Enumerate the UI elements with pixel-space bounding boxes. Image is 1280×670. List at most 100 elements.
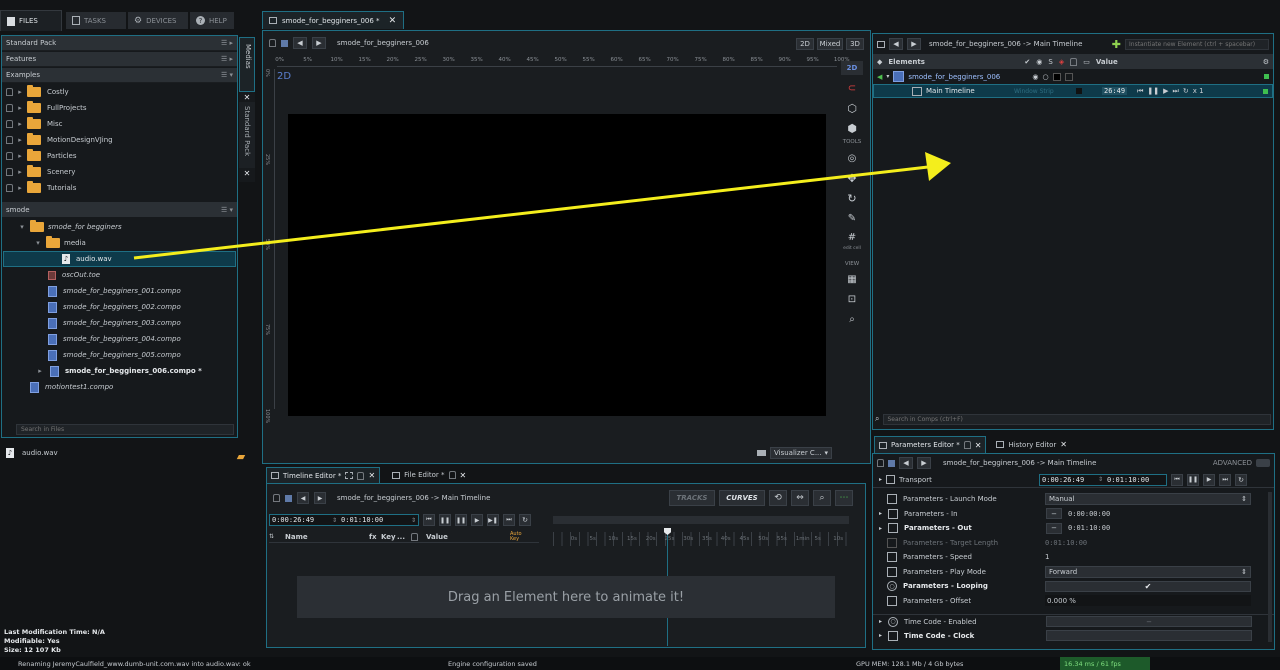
visualizer-dropdown[interactable]: Visualizer C... ▾ xyxy=(770,447,832,459)
tab-file-editor[interactable]: File Editor * ✕ xyxy=(388,467,470,483)
edit-icon[interactable]: ✎ xyxy=(841,211,863,225)
toggle-switch[interactable] xyxy=(1256,459,1270,467)
col-auto-key[interactable]: Auto Key xyxy=(510,531,528,542)
list-item[interactable]: smode_for_begginers_001.compo xyxy=(2,283,237,299)
forward-arrow-icon[interactable]: ▶ xyxy=(907,38,921,50)
view-2d-button[interactable]: 2D xyxy=(796,38,814,50)
target-icon[interactable]: ◎ xyxy=(841,151,863,165)
restart-icon[interactable]: ↻ xyxy=(1235,473,1248,486)
chevron-right-icon[interactable]: ▸ xyxy=(16,88,24,96)
skip-end-icon[interactable]: ⏭ xyxy=(1219,473,1232,486)
restart-icon[interactable]: ↻ xyxy=(519,514,531,526)
minus-button[interactable]: − xyxy=(1046,522,1063,534)
timecode-checkbox[interactable]: − xyxy=(1046,616,1253,628)
settings-icon[interactable]: ⚙ xyxy=(1263,58,1269,66)
move-icon[interactable]: ✥ xyxy=(841,171,863,185)
chevron-down-icon[interactable]: ▾ xyxy=(886,73,889,80)
save-icon[interactable] xyxy=(281,39,288,47)
list-item[interactable]: ▸ Scenery xyxy=(2,164,237,180)
list-item[interactable]: ▸ FullProjects xyxy=(2,100,237,116)
param-row[interactable]: Parameters - Offset 0.000 % xyxy=(873,594,1274,609)
skip-end-icon[interactable]: ⏭ xyxy=(503,514,515,526)
tab-history-editor[interactable]: History Editor ✕ xyxy=(992,436,1071,453)
list-menu-icon[interactable]: ☰ ▸ xyxy=(221,55,233,63)
comps-search-input[interactable] xyxy=(883,413,1271,425)
pause-icon[interactable]: ❚❚ xyxy=(455,514,467,526)
param-row[interactable]: Parameters - Play Mode Forward ⇕ xyxy=(873,565,1274,580)
element-row-root[interactable]: ◀ ▾ smode_for_begginers_006 ◉ ○ xyxy=(873,69,1273,84)
skip-start-icon[interactable]: ⏮ xyxy=(1137,87,1143,96)
viewport-tab[interactable]: smode_for_begginers_006 * ✕ xyxy=(262,11,404,29)
list-item[interactable]: ▸ MotionDesignVJing xyxy=(2,132,237,148)
arrow-left-icon[interactable]: ◀ xyxy=(877,73,882,81)
fit-icon[interactable]: ⇔ xyxy=(791,490,809,506)
param-row[interactable]: ▸ Time Code - Clock xyxy=(873,629,1274,644)
lock-icon[interactable] xyxy=(357,471,365,480)
save-icon[interactable] xyxy=(285,494,292,502)
stop-icon[interactable] xyxy=(1076,88,1082,94)
list-item-selected[interactable]: ♪ audio.wav xyxy=(3,251,236,267)
instantiate-input[interactable] xyxy=(1125,38,1269,50)
launch-mode-select[interactable]: Manual ⇕ xyxy=(1045,493,1251,506)
tag-icon[interactable]: ◈ xyxy=(1059,58,1064,66)
lock-icon[interactable] xyxy=(273,494,280,502)
param-row[interactable]: ▸ Parameters - Out −0:01:10:00 xyxy=(873,521,1274,536)
grid-view-icon[interactable]: ▦ xyxy=(841,273,863,287)
timeline-scrollbar[interactable] xyxy=(553,516,849,524)
param-row[interactable]: ▸ ○ Time Code - Enabled − xyxy=(873,614,1274,629)
expand-icon[interactable]: ⇅ xyxy=(269,533,285,540)
file-search-input[interactable] xyxy=(17,425,233,434)
chevron-right-icon[interactable]: ▸ xyxy=(879,618,882,625)
cube-icon[interactable]: ⬡ xyxy=(841,101,863,115)
forward-arrow-icon[interactable]: ▶ xyxy=(314,492,326,504)
hexagon-icon[interactable]: ⬢ xyxy=(841,121,863,135)
restart-icon[interactable]: ↻ xyxy=(1183,87,1189,95)
close-icon[interactable]: ✕ xyxy=(239,168,255,178)
tab-parameters-editor[interactable]: Parameters Editor * ✕ xyxy=(874,436,987,453)
tab-devices[interactable]: ⚙ DEVICES xyxy=(128,12,188,29)
back-arrow-icon[interactable]: ◀ xyxy=(889,38,903,50)
file-search-box[interactable] xyxy=(16,424,234,435)
play-icon[interactable]: ▶ xyxy=(1203,473,1216,486)
chevron-right-icon[interactable]: ▸ xyxy=(879,632,882,639)
pause-icon[interactable]: ❚❚ xyxy=(1187,473,1200,486)
chevron-right-icon[interactable]: ▸ xyxy=(16,120,24,128)
param-row[interactable]: Parameters - Launch Mode Manual ⇕ xyxy=(873,492,1274,507)
skip-start-icon[interactable]: ⏮ xyxy=(423,514,435,526)
grid-icon[interactable]: # xyxy=(841,231,863,243)
play-icon[interactable]: ▶ xyxy=(471,514,483,526)
chevron-right-icon[interactable]: ▸ xyxy=(879,476,882,483)
lock-icon[interactable] xyxy=(269,39,276,47)
param-row[interactable]: ▸ Parameters - In −0:00:00:00 xyxy=(873,507,1274,522)
lock-icon[interactable] xyxy=(877,459,884,467)
chevron-right-icon[interactable]: ▸ xyxy=(879,510,882,517)
lock-icon[interactable] xyxy=(1070,57,1078,66)
eye-icon[interactable]: ◉ xyxy=(1032,73,1038,81)
pause-icon[interactable]: ❚❚ xyxy=(439,514,451,526)
view-mixed-button[interactable]: Mixed xyxy=(817,38,843,50)
looping-checkbox[interactable]: ✔ xyxy=(1045,580,1251,592)
time-field[interactable]: 0:00:26:49 ⇕ 0:01:10:00 ⇕ xyxy=(269,514,419,526)
pack-examples[interactable]: Examples ☰ ▾ xyxy=(2,68,237,83)
list-item[interactable]: ▸ smode_for_begginers_006.compo * xyxy=(2,363,237,379)
list-menu-icon[interactable]: ☰ ▸ xyxy=(221,39,233,47)
tab-help[interactable]: ? HELP xyxy=(190,12,234,29)
add-icon[interactable]: ✚ xyxy=(1112,38,1121,51)
list-item[interactable]: oscOut.toe xyxy=(2,267,237,283)
list-item[interactable]: smode_for_begginers_005.compo xyxy=(2,347,237,363)
chevron-down-icon[interactable]: ▾ xyxy=(18,223,26,231)
rotate-icon[interactable]: ↻ xyxy=(841,191,863,205)
offset-slider[interactable]: 0.000 % xyxy=(1045,595,1251,607)
list-item[interactable]: ▸ Tutorials xyxy=(2,180,237,196)
render-canvas[interactable] xyxy=(288,114,826,416)
list-item[interactable]: ▸ Costly xyxy=(2,84,237,100)
param-value[interactable]: 1 xyxy=(1045,553,1049,561)
tab-files[interactable]: FILES xyxy=(0,10,62,31)
close-icon[interactable]: ✕ xyxy=(975,441,982,450)
pause-icon[interactable]: ❚❚ xyxy=(1147,87,1159,95)
forward-arrow-icon[interactable]: ▶ xyxy=(312,37,326,49)
chevron-right-icon[interactable]: ▸ xyxy=(16,136,24,144)
pack-standard[interactable]: Standard Pack ☰ ▸ xyxy=(2,36,237,51)
view-3d-button[interactable]: 3D xyxy=(846,38,864,50)
list-item[interactable]: ▾ smode_for begginers xyxy=(2,219,237,235)
